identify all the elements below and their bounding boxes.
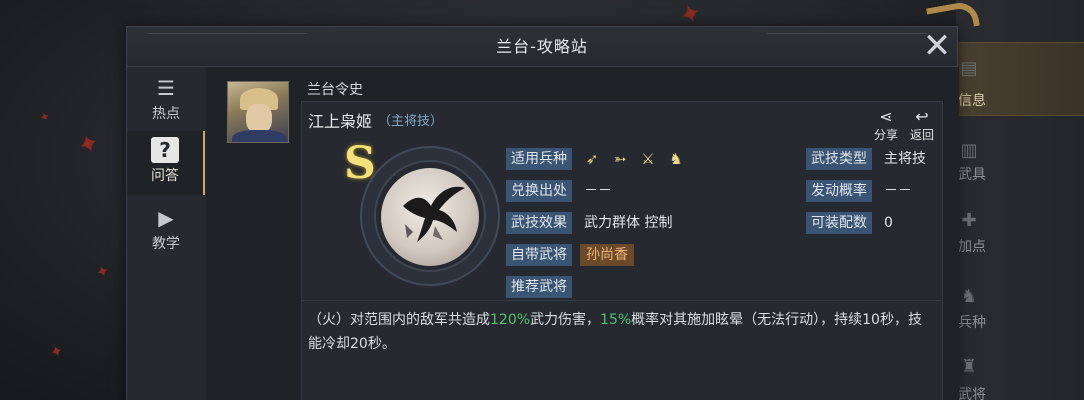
damage-value: 120% (490, 312, 531, 328)
maple-leaf-icon: ✦ (37, 108, 53, 126)
background-side-label: 武具 (958, 167, 986, 183)
skill-grade: S (344, 138, 376, 189)
trigger-value: －－ (884, 183, 912, 199)
nav-item-label: 教学 (152, 236, 180, 252)
divider (302, 300, 942, 301)
horse-icon: ♞ (669, 150, 683, 168)
close-icon: ✕ (922, 26, 952, 66)
exchange-label: 兑换出处 (506, 180, 572, 202)
author-name: 兰台令史 (307, 82, 363, 98)
nav-item-label: 热点 (152, 106, 180, 122)
own-hero-chip[interactable]: 孙尚香 (580, 244, 634, 266)
news-icon: ☰ (157, 76, 175, 100)
maple-leaf-icon: ✦ (47, 340, 67, 363)
back-icon: ↩ (915, 107, 929, 126)
nav-item-teach[interactable]: ▶ 教学 (127, 199, 205, 263)
equip-label: 可装配数 (806, 212, 872, 234)
horse-icon: ♞ (960, 286, 978, 307)
skill-tag: （主将技） (378, 114, 444, 129)
avatar-robe (232, 130, 286, 142)
unit-type-label: 适用兵种 (506, 148, 572, 170)
content-area: 兰台令史 江上枭姬 （主将技） ⋖ 分享 ↩ 返回 S 适用兵种 ➶ ➳ ⚔ ♞… (207, 67, 959, 400)
recommend-label: 推荐武将 (506, 276, 572, 298)
skill-type-value: 主将技 (884, 151, 926, 167)
close-button[interactable]: ✕ (917, 27, 957, 67)
maple-leaf-icon: ✦ (73, 127, 105, 163)
window-title: 兰台-攻略站 (496, 37, 588, 56)
sword-icon: ⚔ (641, 150, 655, 168)
avatar[interactable] (227, 81, 289, 143)
skill-description: （火）对范围内的敌军共造成120%武力伤害，15%概率对其施加眩晕（无法行动），… (308, 308, 934, 356)
points-icon: ✚ (961, 210, 977, 231)
guide-panel: 兰台-攻略站 ✕ ☰ 热点 ? 问答 ▶ 教学 兰台令史 江上枭姬 （主将技） (126, 26, 959, 400)
skill-image (381, 168, 479, 266)
nav-item-label: 问答 (151, 168, 179, 184)
skill-emblem: S (344, 138, 504, 286)
trigger-label: 发动概率 (806, 180, 872, 202)
background-side-label: 信息 (958, 93, 986, 109)
description-text: （火）对范围内的敌军共造成 (308, 312, 490, 328)
maple-leaf-icon: ✦ (93, 260, 113, 283)
bow-icon: ➳ (613, 150, 627, 168)
scroll-icon: ▤ (960, 58, 978, 79)
background-side-label: 兵种 (958, 315, 986, 331)
back-button[interactable]: ↩ 返回 (904, 108, 940, 143)
nav-item-qa[interactable]: ? 问答 (127, 131, 205, 195)
effect-value: 武力群体 控制 (584, 215, 673, 231)
share-label: 分享 (873, 128, 898, 142)
exchange-value: －－ (584, 183, 612, 199)
effect-label: 武技效果 (506, 212, 572, 234)
title-bar: 兰台-攻略站 ✕ (127, 27, 957, 67)
back-label: 返回 (909, 128, 934, 142)
skill-card: 江上枭姬 （主将技） ⋖ 分享 ↩ 返回 S 适用兵种 ➶ ➳ ⚔ ♞ 兑换出处… (301, 101, 943, 400)
own-hero-label: 自带武将 (506, 244, 572, 266)
share-button[interactable]: ⋖ 分享 (868, 108, 904, 143)
armor-icon: ▥ (960, 140, 978, 161)
background-side-label: 加点 (958, 239, 986, 255)
skill-name: 江上枭姬 (308, 112, 373, 131)
phoenix-icon (403, 186, 465, 242)
question-icon: ? (151, 137, 179, 163)
description-text: 武力伤害， (530, 312, 601, 328)
share-icon: ⋖ (879, 107, 893, 126)
spear-icon: ➶ (585, 150, 599, 168)
play-icon: ▶ (158, 206, 174, 230)
skill-type-label: 武技类型 (806, 148, 872, 170)
nav-item-hot[interactable]: ☰ 热点 (127, 69, 205, 133)
background-side-label: 武将 (958, 387, 986, 400)
general-icon: ♜ (960, 356, 978, 377)
chance-value: 15% (600, 312, 632, 328)
equip-value: 0 (884, 215, 893, 231)
side-nav: ☰ 热点 ? 问答 ▶ 教学 (127, 67, 205, 400)
